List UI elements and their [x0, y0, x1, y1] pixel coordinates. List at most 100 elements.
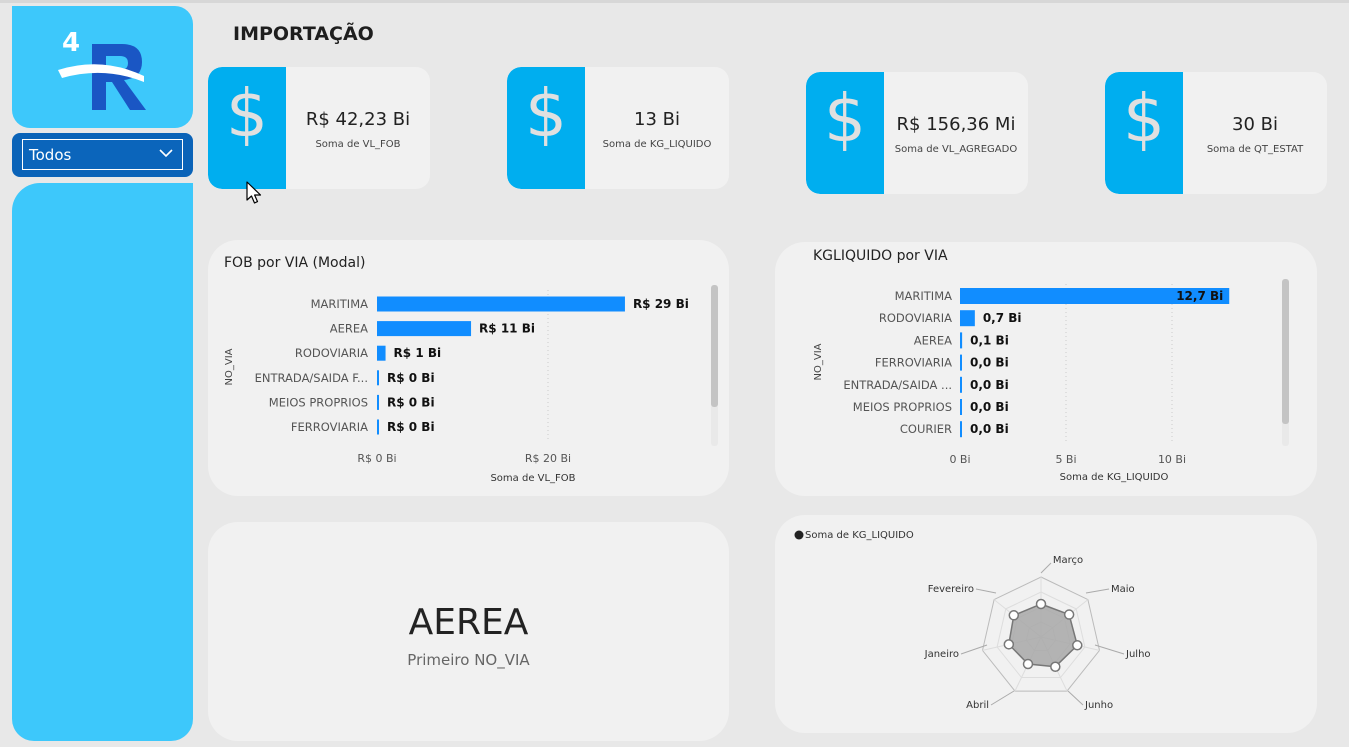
data-label: R$ 29 Bi	[633, 297, 689, 311]
legend-label: Soma de KG_LIQUIDO	[805, 530, 914, 541]
filter-dropdown-value: Todos	[29, 146, 72, 164]
leader-line	[1067, 690, 1084, 706]
leader-line	[1040, 562, 1052, 574]
category-label: MARITIMA	[895, 289, 953, 303]
dollar-icon: $	[525, 75, 567, 152]
kpi-icon-box: $	[806, 72, 884, 194]
data-label: R$ 1 Bi	[394, 346, 442, 360]
axis-label: Janeiro	[924, 649, 959, 660]
axis-label: Abril	[966, 700, 989, 711]
fob-bar-chart[interactable]: NO_VIA Soma de VL_FOB R$ 0 Bi R$ 20 Bi MAR…	[208, 240, 729, 496]
kg-chart-card[interactable]: KGLIQUIDO por VIA NO_VIA Soma de KG_LIQU…	[775, 242, 1317, 496]
data-label: 0,0 Bi	[970, 422, 1009, 436]
data-label: 0,7 Bi	[983, 311, 1022, 325]
leader-line	[1085, 588, 1110, 594]
bar	[960, 354, 962, 371]
radar-point	[1022, 658, 1034, 670]
kpi-icon-box: $	[507, 67, 585, 189]
radar-point	[1072, 640, 1083, 651]
card-value: AEREA	[408, 602, 529, 643]
kpi-label: Soma de VL_AGREGADO	[894, 144, 1018, 155]
kpi-value: 13 Bi	[634, 109, 680, 130]
top-border	[0, 0, 1349, 3]
category-label: FERROVIARIA	[291, 420, 368, 434]
y-axis-title: NO_VIA	[224, 348, 235, 385]
x-tick-label: 10 Bi	[1158, 453, 1186, 466]
leader-line	[975, 588, 997, 594]
axis-label: Julho	[1125, 649, 1151, 660]
x-axis-title: Soma de VL_FOB	[490, 473, 575, 484]
data-label: 0,0 Bi	[970, 400, 1009, 414]
kpi-value: 30 Bi	[1232, 114, 1278, 135]
kpi-card-kg[interactable]: $ 13 Bi Soma de KG_LIQUIDO	[507, 67, 729, 189]
axis-label: Junho	[1084, 700, 1113, 711]
kpi-card-qt[interactable]: $ 30 Bi Soma de QT_ESTAT	[1105, 72, 1327, 194]
data-label: 0,0 Bi	[970, 378, 1009, 392]
data-label: 0,1 Bi	[970, 333, 1009, 347]
card-label: Primeiro NO_VIA	[407, 651, 530, 669]
kpi-card-agregado[interactable]: $ R$ 156,36 Mi Soma de VL_AGREGADO	[806, 72, 1028, 194]
first-via-card[interactable]: AEREA Primeiro NO_VIA	[208, 522, 729, 741]
x-tick-label: R$ 0 Bi	[357, 452, 396, 465]
bar	[377, 394, 379, 410]
category-label: MARITIMA	[311, 297, 369, 311]
kpi-card-fob[interactable]: $ R$ 42,23 Bi Soma de VL_FOB	[208, 67, 430, 189]
kpi-value: R$ 42,23 Bi	[305, 109, 411, 130]
kpi-label: Soma de VL_FOB	[315, 139, 401, 150]
page-title: IMPORTAÇÃO	[233, 23, 374, 45]
x-axis-title: Soma de KG_LIQUIDO	[1060, 472, 1169, 483]
data-label: R$ 11 Bi	[479, 322, 535, 336]
bar	[960, 376, 962, 393]
category-label: MEIOS PROPRIOS	[269, 395, 368, 409]
category-label: AEREA	[914, 333, 952, 347]
category-label: COURIER	[900, 422, 952, 436]
kpi-value: R$ 156,36 Mi	[896, 114, 1016, 135]
radar-point	[1008, 610, 1020, 621]
kpi-icon-box: $	[208, 67, 286, 189]
mouse-cursor-icon	[246, 181, 262, 204]
radar-chart-card[interactable]: Soma de KG_LIQUIDO Março Maio Julho Junho Ab…	[775, 515, 1317, 733]
kg-bar-chart[interactable]: NO_VIA Soma de KG_LIQUIDO 0 Bi 5 Bi 10 Bi M…	[775, 242, 1317, 496]
legend-marker	[794, 530, 804, 540]
bar	[377, 370, 379, 386]
filter-dropdown-container: Todos	[12, 133, 193, 177]
category-label: AEREA	[330, 322, 368, 336]
bar	[377, 296, 625, 312]
bar	[377, 321, 472, 337]
category-label: ENTRADA/SAIDA ...	[843, 378, 952, 392]
scrollbar-thumb[interactable]	[1282, 279, 1289, 424]
filter-dropdown[interactable]: Todos	[22, 139, 183, 170]
x-tick-label: 5 Bi	[1055, 453, 1076, 466]
radar-point	[1003, 639, 1015, 650]
category-label: ENTRADA/SAIDA F...	[255, 371, 368, 385]
data-label: 12,7 Bi	[1176, 289, 1223, 303]
left-panel	[12, 183, 193, 741]
data-label: R$ 0 Bi	[387, 371, 435, 385]
category-label: RODOVIARIA	[295, 346, 368, 360]
dollar-icon: $	[824, 80, 866, 157]
axis-label: Fevereiro	[928, 584, 974, 595]
category-label: MEIOS PROPRIOS	[853, 400, 952, 414]
axis-label: Maio	[1111, 584, 1135, 595]
dollar-icon: $	[1123, 80, 1165, 157]
data-label: R$ 0 Bi	[387, 395, 435, 409]
kpi-label: Soma de QT_ESTAT	[1206, 144, 1304, 155]
kpi-icon-box: $	[1105, 72, 1183, 194]
radar-chart[interactable]: Soma de KG_LIQUIDO Março Maio Julho Junho Ab…	[775, 515, 1317, 733]
logo-panel: 4	[12, 6, 193, 128]
fob-chart-card[interactable]: FOB por VIA (Modal) NO_VIA Soma de VL_FO…	[208, 240, 729, 496]
axis-label: Março	[1053, 555, 1083, 566]
scrollbar-thumb[interactable]	[711, 285, 718, 407]
bar	[960, 421, 962, 438]
bar	[377, 345, 386, 361]
y-axis-title: NO_VIA	[813, 343, 824, 380]
kpi-label: Soma de KG_LIQUIDO	[602, 139, 712, 150]
bar	[960, 332, 963, 349]
radar-point	[1035, 598, 1047, 610]
dollar-icon: $	[226, 75, 268, 152]
category-label: RODOVIARIA	[879, 311, 952, 325]
category-label: FERROVIARIA	[875, 356, 952, 370]
bar	[960, 399, 962, 415]
chevron-down-icon	[159, 149, 173, 158]
bar	[377, 419, 379, 435]
